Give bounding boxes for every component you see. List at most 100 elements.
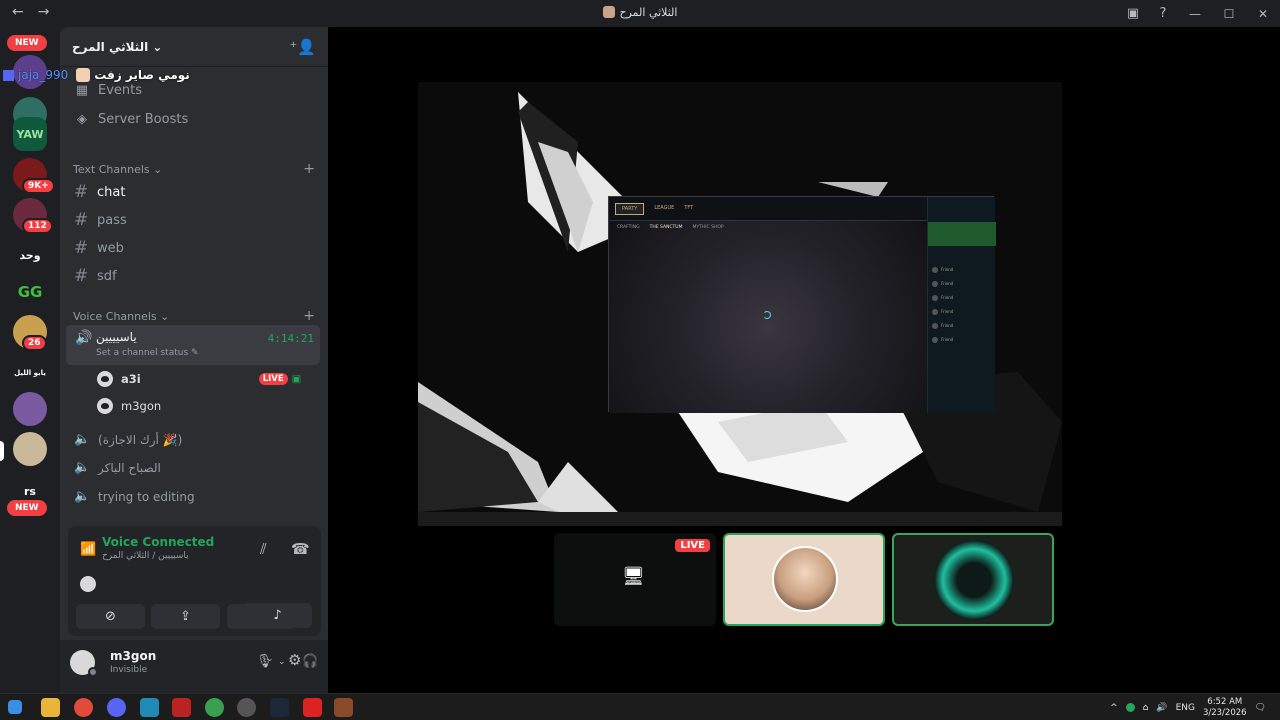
stream-thumbnail-screen[interactable]: 🖥 LIVE: [554, 533, 716, 626]
user-name[interactable]: m3gon: [110, 649, 156, 663]
channel-sdf[interactable]: # sdf: [74, 266, 314, 286]
server-boosts-item[interactable]: ◈ Server Boosts: [74, 112, 188, 127]
chrome-icon[interactable]: [74, 698, 93, 717]
voicemeeter-icon[interactable]: [172, 698, 191, 717]
add-user-icon[interactable]: ⁺👤: [289, 38, 316, 56]
voice-connected-subtitle[interactable]: ياسيييين / الثلاثي المرح: [102, 551, 189, 561]
create-voice-channel-icon[interactable]: +: [303, 308, 315, 324]
friend-entry[interactable]: Friend: [932, 309, 953, 315]
settings-gear-icon[interactable]: ⚙: [288, 651, 301, 669]
friend-entry[interactable]: Friend: [932, 295, 953, 301]
windows-start-icon[interactable]: [8, 700, 22, 714]
steam-icon[interactable]: [270, 698, 289, 717]
title-bar: ← → الثلاثي المرح ▣ ? — ☐ ✕: [0, 0, 1280, 27]
noise-suppression-icon[interactable]: ⫽: [260, 540, 267, 558]
close-button[interactable]: ✕: [1246, 7, 1280, 21]
overlay-emoji: [76, 68, 91, 82]
app-icon[interactable]: [140, 698, 159, 717]
maximize-button[interactable]: ☐: [1212, 7, 1246, 21]
voice-user-name: m3gon: [121, 399, 162, 413]
camera-button[interactable]: ⊘: [76, 604, 145, 629]
headphones-icon[interactable]: 🎧: [302, 654, 318, 669]
active-voice-channel[interactable]: 🔊 ياسيييين 4:14:21 Set a channel status …: [66, 325, 320, 365]
league-tabs: PARTY LEAGUE TFT: [615, 203, 693, 215]
server-icon-5[interactable]: وحد: [13, 238, 47, 272]
voice-user-a3i[interactable]: a3i LIVE ▣: [95, 369, 301, 389]
chevron-down-icon[interactable]: ⌄: [278, 657, 286, 667]
file-explorer-icon[interactable]: [41, 698, 60, 717]
discord-icon[interactable]: [107, 698, 126, 717]
events-item[interactable]: ▦ Events: [74, 83, 142, 98]
new-unread-pill-bottom[interactable]: NEW: [7, 500, 47, 516]
server-icon-10[interactable]: [13, 432, 47, 466]
voice-channel-name: ياسيييين: [96, 330, 137, 344]
server-icon-2[interactable]: YAW: [13, 117, 47, 151]
participant-tile-self[interactable]: [892, 533, 1054, 626]
league-icon[interactable]: [334, 698, 353, 717]
league-subtab-mythic-shop[interactable]: MYTHIC SHOP: [692, 225, 723, 230]
league-tab-tft[interactable]: TFT: [684, 203, 693, 215]
league-subtab-sanctum[interactable]: THE SANCTUM: [650, 225, 683, 230]
minimize-button[interactable]: —: [1178, 7, 1212, 21]
server-header[interactable]: الثلاثي المرح ⌄ ⁺👤: [60, 27, 328, 67]
window-title-text: الثلاثي المرح: [619, 6, 678, 19]
channel-pass[interactable]: # pass: [74, 210, 314, 230]
tray-overflow-icon[interactable]: ^: [1110, 703, 1118, 713]
riot-client-icon[interactable]: [303, 698, 322, 717]
chevron-down-icon[interactable]: ⌄: [266, 654, 274, 664]
disconnect-icon[interactable]: ☎: [291, 540, 310, 558]
camera-off-icon: ⊘: [105, 609, 116, 624]
create-channel-icon[interactable]: +: [303, 161, 315, 177]
avatar[interactable]: [78, 574, 98, 594]
channel-status-link[interactable]: Set a channel status ✎: [96, 348, 199, 358]
new-unread-pill-top[interactable]: NEW: [7, 35, 47, 51]
channel-chat[interactable]: # chat: [74, 182, 314, 202]
server-icon-8[interactable]: يابو الليل: [13, 356, 47, 390]
signal-icon[interactable]: 📶: [80, 542, 96, 557]
speaker-icon: 🔈: [74, 432, 91, 447]
user-status: Invisible: [110, 665, 148, 675]
mention-badge: 26: [22, 335, 47, 351]
league-tab-league[interactable]: LEAGUE: [654, 203, 674, 215]
voice-channel-ark-alijaza[interactable]: 🔈 (أرك الاجازة 🎉): [74, 432, 182, 447]
tray-status-icon[interactable]: [1125, 703, 1135, 712]
soundboard-button[interactable]: ♪: [243, 603, 312, 628]
notifications-icon[interactable]: 🗨: [1255, 703, 1266, 713]
server-icon-6[interactable]: GG: [13, 275, 47, 309]
network-icon[interactable]: ⌂: [1143, 703, 1149, 713]
inbox-icon[interactable]: ▣: [1118, 6, 1148, 21]
volume-icon[interactable]: 🔊: [1156, 703, 1167, 713]
speaker-icon: 🔈: [74, 460, 91, 475]
voice-channel-trying-to-editing[interactable]: 🔈 trying to editing: [74, 489, 195, 504]
language-indicator[interactable]: ENG: [1176, 703, 1195, 713]
status-indicator: [88, 667, 98, 677]
channel-label: web: [97, 240, 124, 256]
voice-user-m3gon[interactable]: m3gon: [95, 396, 161, 416]
server-icon: [602, 6, 615, 18]
voice-channels-category[interactable]: Voice Channels ⌄ +: [73, 308, 315, 324]
help-icon[interactable]: ?: [1148, 6, 1178, 21]
voice-channel-early-morning[interactable]: 🔈 الصباح الباكر: [74, 460, 161, 475]
stream-stage[interactable]: PARTY LEAGUE TFT CRAFTING THE SANCTUM MY…: [328, 27, 1280, 693]
friend-entry[interactable]: Friend: [932, 337, 953, 343]
chrome-profile-icon[interactable]: [205, 698, 224, 717]
clock[interactable]: 6:52 AM 3/23/2026: [1203, 697, 1247, 719]
text-channels-category[interactable]: Text Channels ⌄ +: [73, 161, 315, 177]
obs-icon[interactable]: [237, 698, 256, 717]
league-subtab-crafting[interactable]: CRAFTING: [617, 225, 640, 230]
participant-tile-user[interactable]: [723, 533, 885, 626]
screen-share-button[interactable]: ⇪: [151, 604, 220, 629]
screen-share-icon: ▣: [291, 373, 302, 385]
server-icon-9[interactable]: [13, 392, 47, 426]
overlay-username-prefix: jaja: [18, 68, 40, 82]
league-client-window[interactable]: PARTY LEAGUE TFT CRAFTING THE SANCTUM MY…: [608, 196, 996, 413]
events-label: Events: [98, 83, 143, 98]
channel-web[interactable]: # web: [74, 238, 314, 258]
voice-connected-title[interactable]: Voice Connected: [102, 535, 214, 549]
friend-entry[interactable]: Friend: [932, 323, 953, 329]
friend-entry[interactable]: Friend: [932, 267, 953, 273]
server-name-text: الثلاثي المرح: [72, 39, 149, 54]
shared-screen[interactable]: PARTY LEAGUE TFT CRAFTING THE SANCTUM MY…: [418, 82, 1062, 526]
friend-entry[interactable]: Friend: [932, 281, 953, 287]
league-tab-party[interactable]: PARTY: [615, 203, 645, 215]
